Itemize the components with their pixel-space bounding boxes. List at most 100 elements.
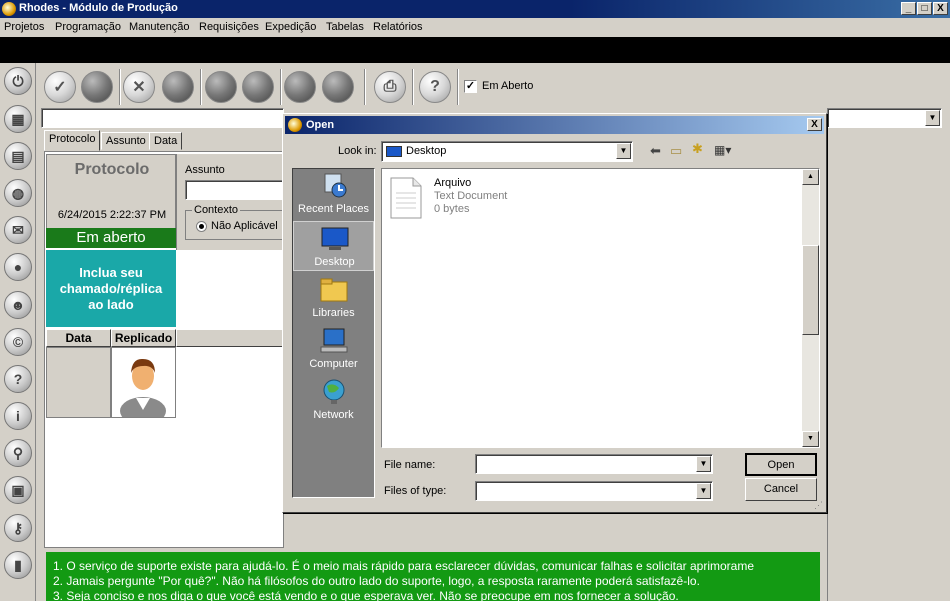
chevron-down-icon[interactable]: ▼: [696, 483, 711, 499]
libraries-icon: [320, 278, 348, 302]
column-header-filler: [176, 329, 284, 347]
selector-combo[interactable]: ▼: [827, 108, 942, 128]
menu-programacao[interactable]: Programação: [55, 21, 121, 33]
column-header-replicado[interactable]: Replicado: [111, 329, 176, 347]
camera-icon[interactable]: ▣: [4, 476, 32, 504]
cancel-toolbar-button[interactable]: ✕: [123, 71, 155, 103]
assunto-input[interactable]: [185, 180, 285, 200]
maximize-button[interactable]: □: [917, 2, 932, 15]
status-badge: Em aberto: [46, 228, 176, 248]
back-icon[interactable]: ⬅: [650, 143, 661, 159]
toolbar-separator: [457, 69, 459, 105]
chevron-down-icon[interactable]: ▼: [925, 110, 940, 126]
file-list: Arquivo Text Document 0 bytes ▲ ▼: [381, 168, 820, 448]
calculator-icon[interactable]: ▦: [4, 105, 32, 133]
menu-projetos[interactable]: Projetos: [4, 21, 44, 33]
text-document-icon: [390, 177, 422, 219]
dialog-close-button[interactable]: X: [807, 118, 822, 131]
toolbar-button-7[interactable]: [284, 71, 316, 103]
radio-dot: [199, 224, 204, 229]
grid-cell-replicado[interactable]: [111, 347, 176, 425]
close-button[interactable]: X: [933, 2, 948, 15]
menu-relatorios[interactable]: Relatórios: [373, 21, 423, 33]
file-name-label: File name:: [384, 459, 436, 471]
copyright-icon[interactable]: ©: [4, 328, 32, 356]
minimize-button[interactable]: _: [901, 2, 916, 15]
help-button[interactable]: ?: [419, 71, 451, 103]
place-network[interactable]: Network: [293, 375, 374, 425]
radio-nao-aplicavel[interactable]: [196, 221, 207, 232]
menu-expedicao[interactable]: Expedição: [265, 21, 316, 33]
chevron-down-icon[interactable]: ▼: [696, 456, 711, 472]
chat-icon[interactable]: ●: [4, 253, 32, 281]
info-icon[interactable]: i: [4, 402, 32, 430]
files-of-type-label: Files of type:: [384, 485, 447, 497]
protocolo-card: Protocolo 6/24/2015 2:22:37 PM: [46, 154, 176, 229]
assunto-label: Assunto: [185, 164, 225, 176]
confirm-button[interactable]: ✓: [44, 71, 76, 103]
dialog-app-icon: [288, 118, 302, 132]
scrollbar[interactable]: ▲ ▼: [802, 169, 819, 447]
lock-icon[interactable]: ▮: [4, 551, 32, 579]
header-strip: [0, 37, 950, 63]
toolbar-button-6[interactable]: [242, 71, 274, 103]
print-icon[interactable]: ⎙: [374, 71, 406, 103]
new-folder-icon[interactable]: ✱: [692, 141, 703, 157]
place-computer[interactable]: Computer: [293, 324, 374, 374]
toolbar-separator: [364, 69, 366, 105]
menu-manutencao[interactable]: Manutenção: [129, 21, 190, 33]
files-of-type-select[interactable]: ▼: [475, 481, 713, 501]
resize-grip-icon[interactable]: ⋰: [814, 500, 823, 511]
toolbar-button-5[interactable]: [205, 71, 237, 103]
file-type: Text Document: [434, 190, 508, 202]
scroll-up-icon[interactable]: ▲: [802, 169, 819, 185]
right-panel: [827, 130, 950, 601]
open-button[interactable]: Open: [745, 453, 817, 476]
globe-icon[interactable]: ◍: [4, 179, 32, 207]
cancel-button[interactable]: Cancel: [745, 478, 817, 501]
scroll-down-icon[interactable]: ▼: [802, 431, 819, 447]
file-name-input[interactable]: ▼: [475, 454, 713, 474]
message-line-2: 2. Jamais pergunte "Por quê?". Não há fi…: [53, 574, 700, 588]
toolbar-button-4[interactable]: [162, 71, 194, 103]
toolbar-separator: [119, 69, 121, 105]
view-menu-icon[interactable]: ▦▾: [714, 143, 731, 157]
project-field[interactable]: [41, 108, 284, 128]
computer-icon: [320, 328, 348, 353]
network-icon: [323, 379, 345, 404]
place-desktop[interactable]: Desktop: [293, 221, 374, 271]
file-size: 0 bytes: [434, 203, 470, 215]
dialog-title-bar: Open X: [285, 116, 824, 134]
menu-bar: Projetos Programação Manutenção Requisiç…: [0, 18, 950, 37]
tab-data[interactable]: Data: [149, 132, 183, 150]
column-header-data[interactable]: Data: [46, 329, 111, 347]
message-line-3: 3. Seja conciso e nos diga o que você es…: [53, 589, 679, 601]
toolbar-separator: [280, 69, 282, 105]
menu-requisicoes[interactable]: Requisições: [199, 21, 259, 33]
mail-icon[interactable]: ✉: [4, 216, 32, 244]
file-name: Arquivo: [434, 177, 472, 189]
chevron-down-icon[interactable]: ▼: [616, 143, 631, 159]
contexto-option: Não Aplicável: [211, 220, 278, 232]
place-label: Computer: [309, 358, 358, 370]
left-icon-bar: ⏻ ▦ ▤ ◍ ✉ ● ☻ © ? i ⚲ ▣ ⚷ ▮: [0, 63, 36, 601]
grid-icon[interactable]: ▤: [4, 142, 32, 170]
place-libraries[interactable]: Libraries: [293, 273, 374, 323]
scroll-thumb[interactable]: [802, 245, 819, 335]
up-folder-icon[interactable]: ▭: [670, 143, 682, 159]
tab-protocolo[interactable]: Protocolo: [44, 130, 101, 151]
power-icon[interactable]: ⏻: [4, 67, 32, 95]
file-item[interactable]: Arquivo Text Document 0 bytes: [388, 175, 528, 221]
toolbar-button-2[interactable]: [81, 71, 113, 103]
key-icon[interactable]: ⚷: [4, 514, 32, 542]
toolbar-button-8[interactable]: [322, 71, 354, 103]
menu-tabelas[interactable]: Tabelas: [326, 21, 364, 33]
help-icon[interactable]: ?: [4, 365, 32, 393]
look-in-combo[interactable]: Desktop ▼: [381, 141, 633, 162]
tab-assunto[interactable]: Assunto: [101, 132, 151, 150]
grid-cell-data[interactable]: [46, 347, 111, 418]
user-icon[interactable]: ☻: [4, 291, 32, 319]
em-aberto-checkbox[interactable]: ✓: [464, 80, 477, 93]
place-recent[interactable]: Recent Places: [293, 169, 374, 219]
search-icon[interactable]: ⚲: [4, 439, 32, 467]
